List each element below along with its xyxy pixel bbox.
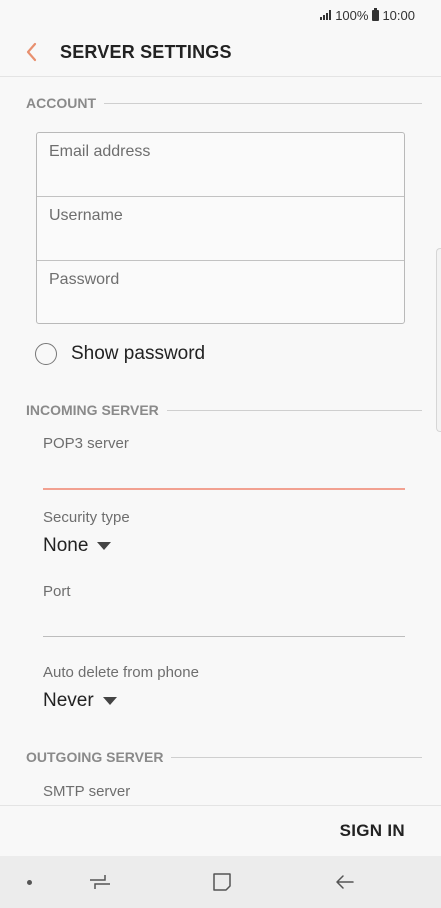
security-type-label: Security type xyxy=(43,509,130,526)
edge-panel-handle[interactable] xyxy=(436,248,441,432)
section-divider xyxy=(171,756,422,758)
security-type-dropdown[interactable]: None xyxy=(43,535,112,557)
back-arrow-icon xyxy=(336,875,354,889)
status-bar: 100% 10:00 xyxy=(0,0,441,30)
app-bar-divider xyxy=(0,76,441,77)
port-label: Port xyxy=(43,583,71,600)
auto-delete-label: Auto delete from phone xyxy=(43,664,199,681)
username-field[interactable] xyxy=(49,205,389,227)
section-header-outgoing: OUTGOING SERVER xyxy=(26,749,422,765)
show-password-option[interactable]: Show password xyxy=(35,343,205,365)
dropdown-arrow-icon xyxy=(102,697,117,705)
show-password-label: Show password xyxy=(71,343,206,364)
navigation-bar xyxy=(0,856,441,908)
battery-icon xyxy=(372,7,380,21)
sign-in-button[interactable]: SIGN IN xyxy=(340,821,405,841)
section-label: ACCOUNT xyxy=(26,95,96,111)
home-button[interactable] xyxy=(207,870,237,894)
security-type-value: None xyxy=(43,535,89,556)
show-password-radio[interactable] xyxy=(35,343,57,365)
chevron-left-icon xyxy=(26,42,37,62)
smtp-server-label: SMTP server xyxy=(43,783,131,800)
section-label: OUTGOING SERVER xyxy=(26,749,164,765)
email-field[interactable] xyxy=(49,141,389,163)
password-field-container xyxy=(37,261,404,325)
home-icon xyxy=(213,873,231,891)
signal-icon xyxy=(320,10,332,20)
app-bar: SERVER SETTINGS xyxy=(0,30,441,76)
pop3-server-underline xyxy=(43,488,405,490)
battery-percent: 100% xyxy=(335,7,369,23)
recent-apps-icon xyxy=(90,875,110,889)
dropdown-arrow-icon xyxy=(97,542,112,550)
nav-dot-icon xyxy=(27,880,32,885)
account-fields-box xyxy=(36,132,405,324)
email-field-container xyxy=(37,133,404,197)
back-nav-button[interactable] xyxy=(330,870,360,894)
section-header-incoming: INCOMING SERVER xyxy=(26,402,422,418)
section-label: INCOMING SERVER xyxy=(26,402,159,418)
pop3-server-label: POP3 server xyxy=(43,435,129,452)
back-button[interactable] xyxy=(18,38,46,66)
username-field-container xyxy=(37,197,404,261)
auto-delete-dropdown[interactable]: Never xyxy=(43,690,117,712)
section-divider xyxy=(104,102,422,104)
pop3-server-input[interactable] xyxy=(43,461,405,487)
password-field[interactable] xyxy=(49,269,389,291)
port-underline xyxy=(43,636,405,637)
recent-apps-button[interactable] xyxy=(85,870,115,894)
page-title: SERVER SETTINGS xyxy=(60,42,232,62)
bottom-divider xyxy=(0,805,441,806)
port-input[interactable] xyxy=(43,609,405,635)
auto-delete-value: Never xyxy=(43,690,94,711)
clock: 10:00 xyxy=(382,7,415,23)
section-header-account: ACCOUNT xyxy=(26,95,422,111)
section-divider xyxy=(166,409,422,411)
